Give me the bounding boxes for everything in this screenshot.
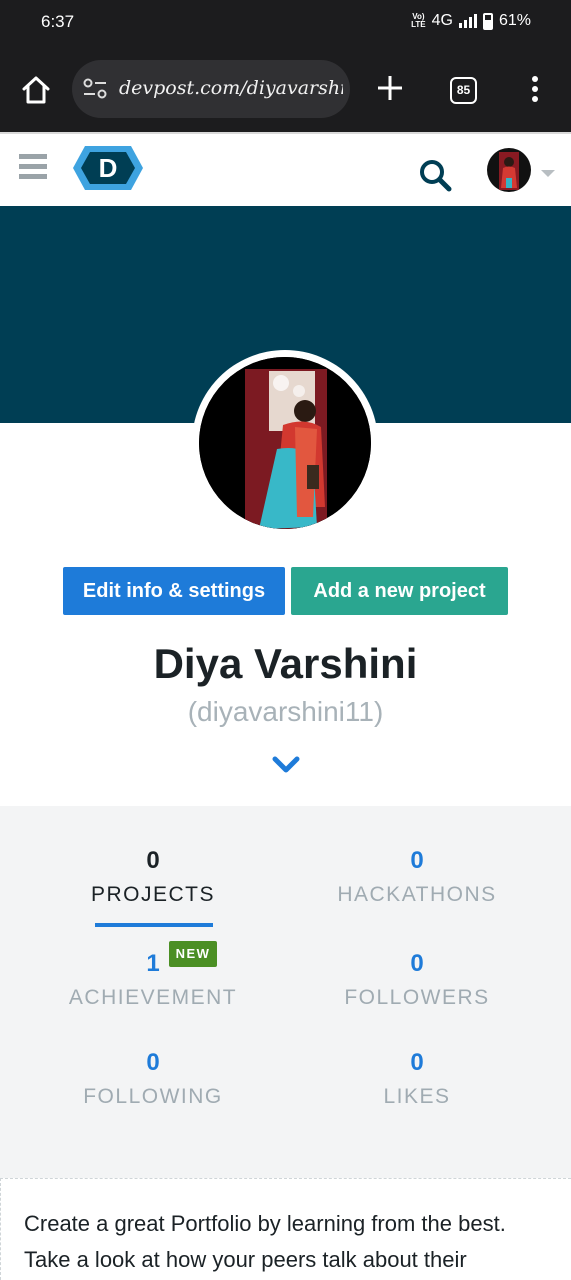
chevron-down-icon[interactable] <box>272 754 300 776</box>
profile-photo <box>199 357 371 529</box>
volte-icon: Vo) LTE <box>411 12 426 29</box>
stat-value: 0 <box>146 1049 160 1076</box>
stat-likes[interactable]: 0 LIKES <box>274 1047 560 1109</box>
hamburger-menu-icon[interactable] <box>19 154 47 182</box>
user-avatar[interactable] <box>487 148 531 192</box>
add-new-project-button[interactable]: Add a new project <box>291 567 508 615</box>
stat-hackathons[interactable]: 0 HACKATHONS <box>274 845 560 907</box>
stat-value: 0 <box>146 847 160 874</box>
status-bar: 6:37 Vo) LTE 4G 61% <box>0 0 571 46</box>
stat-label: LIKES <box>383 1085 451 1108</box>
stat-label: HACKATHONS <box>337 883 497 906</box>
signal-icon <box>458 14 477 28</box>
network-type: 4G <box>431 12 453 29</box>
address-bar[interactable]: devpost.com/diyavarshini11 <box>72 60 350 118</box>
stat-label: FOLLOWERS <box>344 986 490 1009</box>
active-tab-underline <box>95 923 213 927</box>
new-tab-icon[interactable] <box>374 72 406 104</box>
logo-letter: D <box>99 153 118 183</box>
browser-toolbar: devpost.com/diyavarshini11 85 <box>0 46 571 132</box>
stat-following[interactable]: 0 FOLLOWING <box>10 1047 296 1109</box>
stat-value: 0 <box>410 950 424 977</box>
stat-followers[interactable]: 0 FOLLOWERS <box>274 948 560 1010</box>
site-header: D <box>0 132 571 206</box>
battery-icon <box>482 12 493 30</box>
stat-value: 0 <box>410 1049 424 1076</box>
stat-value: 1 <box>146 950 160 977</box>
profile-name: Diya Varshini <box>153 640 418 687</box>
battery-level: 61% <box>498 12 531 29</box>
status-time: 6:37 <box>41 12 75 31</box>
stat-achievement[interactable]: 1 ACHIEVEMENT <box>10 948 296 1010</box>
caret-down-icon[interactable] <box>541 170 555 177</box>
stat-label: PROJECTS <box>90 883 215 906</box>
devpost-logo[interactable]: D <box>73 144 143 192</box>
home-icon[interactable] <box>20 74 52 106</box>
status-indicators: Vo) LTE 4G 61% <box>411 12 531 30</box>
new-badge: NEW <box>169 941 217 967</box>
overflow-menu-icon[interactable] <box>530 76 540 106</box>
stat-label: ACHIEVEMENT <box>68 986 238 1009</box>
url-text[interactable]: devpost.com/diyavarshini11 <box>119 77 343 99</box>
stat-label: FOLLOWING <box>83 1085 223 1108</box>
edit-info-settings-button[interactable]: Edit info & settings <box>63 567 285 615</box>
portfolio-prompt-line1: Create a great Portfolio by learning fro… <box>24 1211 506 1236</box>
stat-value: 0 <box>410 847 424 874</box>
portfolio-prompt-text: Create a great Portfolio by learning fro… <box>24 1206 554 1278</box>
profile-handle: (diyavarshini11) <box>187 696 384 727</box>
stat-projects[interactable]: 0 PROJECTS <box>10 845 296 907</box>
tab-switcher-button[interactable]: 85 <box>450 77 477 104</box>
portfolio-prompt-line2: Take a look at how your peers talk about… <box>24 1247 467 1272</box>
search-icon[interactable] <box>418 158 452 192</box>
site-settings-icon[interactable] <box>82 77 108 101</box>
